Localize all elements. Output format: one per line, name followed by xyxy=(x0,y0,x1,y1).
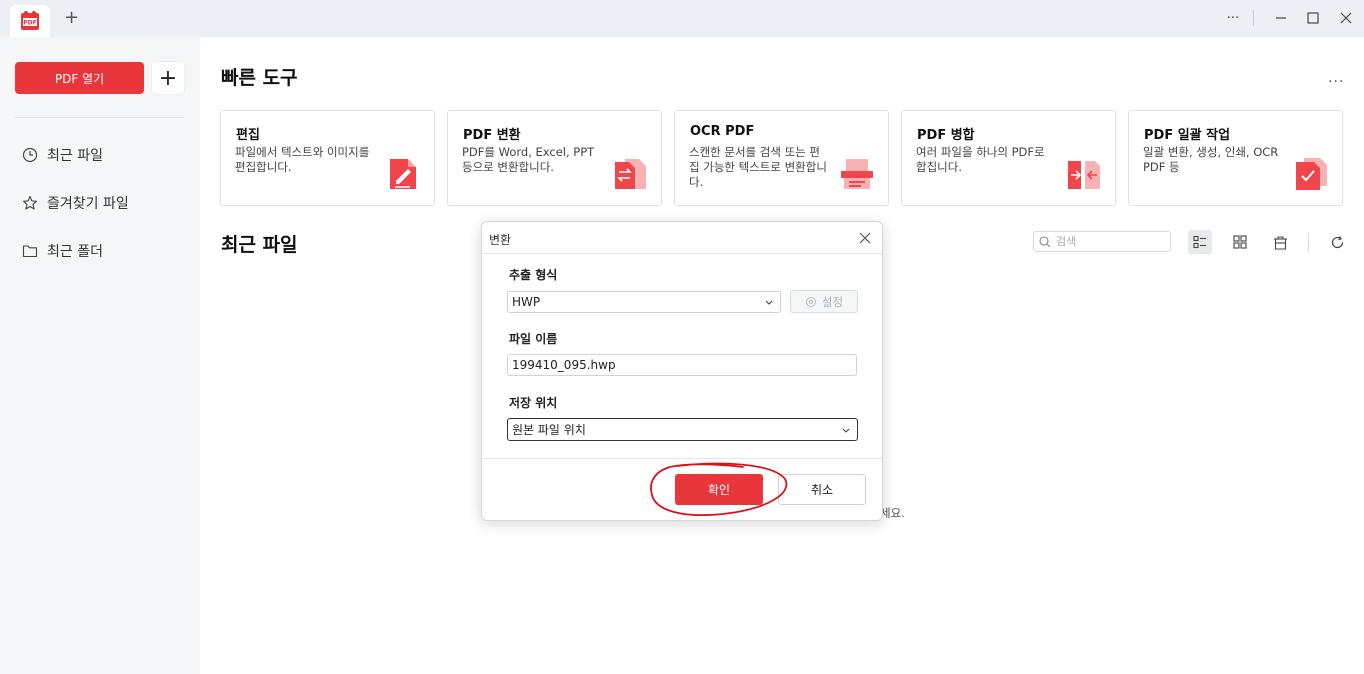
tool-description: PDF를 Word, Excel, PPT 등으로 변환합니다. xyxy=(462,145,595,174)
confirm-button[interactable]: 확인 xyxy=(675,474,763,505)
chevron-down-icon xyxy=(765,300,773,305)
tool-card-edit[interactable]: 편집 파일에서 텍스트와 이미지를 편집합니다. xyxy=(220,110,435,206)
dialog-header-divider xyxy=(482,253,882,254)
filename-input[interactable] xyxy=(507,354,857,376)
star-icon xyxy=(22,195,38,210)
dialog-close-icon[interactable] xyxy=(858,231,872,245)
more-options-button[interactable]: ··· xyxy=(1223,8,1243,28)
toolbar-divider xyxy=(1308,233,1309,251)
maximize-icon xyxy=(1307,12,1319,24)
recent-files-title: 최근 파일 xyxy=(221,234,298,256)
sidebar-item-favorite-files[interactable]: 즐겨찾기 파일 xyxy=(22,191,129,215)
settings-label: 설정 xyxy=(821,294,844,309)
dialog-footer-divider xyxy=(482,458,882,459)
tool-card-batch[interactable]: PDF 일괄 작업 일괄 변환, 생성, 인쇄, OCR PDF 등 xyxy=(1128,110,1343,206)
list-view-button[interactable] xyxy=(1188,230,1212,254)
minimize-button[interactable] xyxy=(1271,8,1291,28)
filename-label: 파일 이름 xyxy=(509,332,558,346)
location-select[interactable]: 원본 파일 위치 xyxy=(507,418,858,441)
maximize-button[interactable] xyxy=(1303,8,1323,28)
cancel-button[interactable]: 취소 xyxy=(778,474,866,505)
refresh-button[interactable] xyxy=(1325,230,1349,254)
tool-card-convert[interactable]: PDF 변환 PDF를 Word, Excel, PPT 등으로 변환합니다. xyxy=(447,110,662,206)
title-bar: PDF + ··· xyxy=(0,0,1364,37)
sidebar-item-label: 최근 폴더 xyxy=(47,244,103,260)
format-value: HWP xyxy=(512,295,541,309)
new-tab-button[interactable]: + xyxy=(64,9,79,27)
add-button[interactable]: + xyxy=(152,62,184,94)
tool-title: PDF 병합 xyxy=(917,128,975,143)
logo-text: PDF xyxy=(23,20,36,27)
tool-description: 스캔한 문서를 검색 또는 편집 가능한 텍스트로 변환합니다. xyxy=(689,145,827,189)
tool-description: 파일에서 텍스트와 이미지를 편집합니다. xyxy=(235,145,370,174)
tool-description: 여러 파일을 하나의 PDF로 합칩니다. xyxy=(916,145,1045,174)
sidebar-divider xyxy=(15,117,184,118)
quick-tools-title: 빠른 도구 xyxy=(221,67,298,89)
search-box[interactable] xyxy=(1033,231,1171,252)
open-pdf-button[interactable]: PDF 열기 xyxy=(15,62,144,94)
convert-doc-icon xyxy=(615,159,646,189)
sidebar-item-recent-files[interactable]: 최근 파일 xyxy=(22,143,103,167)
tool-description: 일괄 변환, 생성, 인쇄, OCR PDF 등 xyxy=(1143,145,1279,174)
settings-gear-icon xyxy=(805,296,816,307)
document-tab[interactable]: PDF xyxy=(10,5,50,37)
search-icon xyxy=(1039,235,1051,247)
folder-icon xyxy=(22,245,38,258)
chevron-down-icon xyxy=(842,428,850,433)
close-icon xyxy=(1340,12,1352,24)
tool-title: 편집 xyxy=(236,128,260,143)
convert-dialog: 변환 추출 형식 HWP 설정 파일 이름 저장 위치 원본 파일 위치 확인 … xyxy=(481,221,883,521)
trash-icon xyxy=(1273,235,1287,250)
edit-doc-icon xyxy=(390,159,416,189)
sidebar-item-recent-folders[interactable]: 최근 폴더 xyxy=(22,239,103,263)
dialog-title: 변환 xyxy=(489,233,512,247)
close-window-button[interactable] xyxy=(1336,8,1356,28)
location-label: 저장 위치 xyxy=(509,396,558,410)
grid-view-button[interactable] xyxy=(1228,230,1252,254)
tool-card-merge[interactable]: PDF 병합 여러 파일을 하나의 PDF로 합칩니다. xyxy=(901,110,1116,206)
tool-card-ocr[interactable]: OCR PDF 스캔한 문서를 검색 또는 편집 가능한 텍스트로 변환합니다. xyxy=(674,110,889,206)
sidebar-item-label: 즐겨찾기 파일 xyxy=(47,196,129,212)
batch-check-icon xyxy=(1296,158,1327,190)
empty-state-text: 세요. xyxy=(880,506,905,520)
format-select[interactable]: HWP xyxy=(507,291,781,313)
format-label: 추출 형식 xyxy=(509,268,558,282)
settings-button[interactable]: 설정 xyxy=(790,290,858,313)
clock-icon xyxy=(22,147,38,163)
tool-title: PDF 변환 xyxy=(463,128,521,143)
quick-tools-more-button[interactable]: ··· xyxy=(1328,74,1344,90)
tool-title: OCR PDF xyxy=(690,124,755,139)
refresh-icon xyxy=(1331,235,1343,248)
app-logo-icon: PDF xyxy=(19,10,41,32)
list-view-icon xyxy=(1193,235,1206,249)
minimize-icon xyxy=(1276,17,1286,19)
grid-view-icon xyxy=(1233,235,1247,249)
merge-doc-icon xyxy=(1068,161,1100,189)
search-input[interactable] xyxy=(1056,235,1156,248)
ocr-scanner-icon xyxy=(841,159,873,189)
sidebar: PDF 열기 + 최근 파일 즐겨찾기 파일 최근 폴더 xyxy=(0,37,200,674)
sidebar-item-label: 최근 파일 xyxy=(47,148,103,164)
location-value: 원본 파일 위치 xyxy=(512,423,586,437)
more-dots-text: ··· xyxy=(1226,10,1240,26)
tool-title: PDF 일괄 작업 xyxy=(1144,128,1231,143)
trash-button[interactable] xyxy=(1268,230,1292,254)
titlebar-divider xyxy=(1253,10,1254,26)
